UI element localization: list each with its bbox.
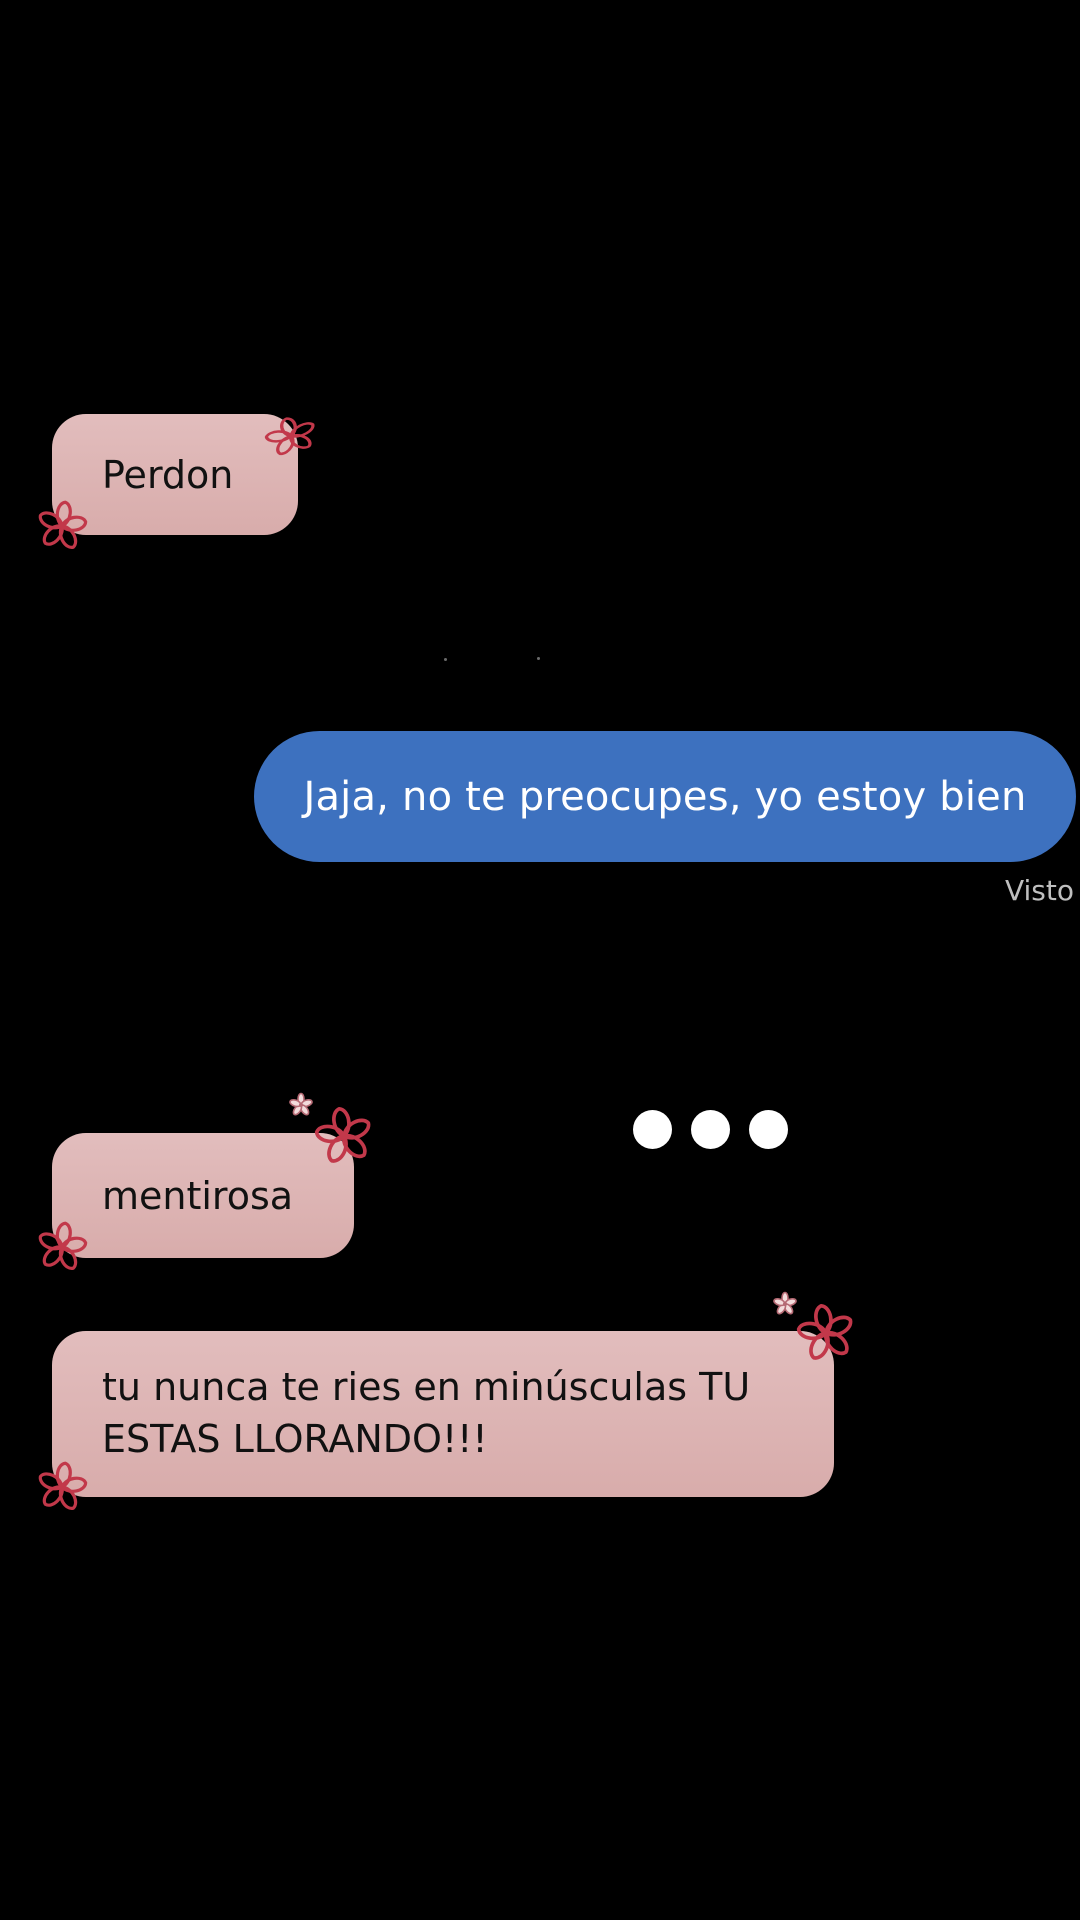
speck	[537, 657, 540, 660]
typing-dot	[633, 1110, 672, 1149]
incoming-message-bubble[interactable]: tu nunca te ries en minúsculas TU ESTAS …	[52, 1331, 834, 1497]
speck	[444, 658, 447, 661]
typing-dot	[749, 1110, 788, 1149]
message-text: tu nunca te ries en minúsculas TU ESTAS …	[102, 1365, 751, 1461]
incoming-message-bubble[interactable]: mentirosa	[52, 1133, 354, 1258]
flower-doodle-icon	[32, 1458, 92, 1515]
message-text: mentirosa	[102, 1173, 294, 1218]
typing-dot	[691, 1110, 730, 1149]
flower-doodle-icon	[259, 410, 323, 462]
message-text: Perdon	[102, 452, 234, 497]
flower-doodle-icon	[309, 1102, 379, 1170]
flower-doodle-icon	[791, 1299, 861, 1367]
flower-doodle-icon	[32, 497, 92, 554]
outgoing-message-bubble[interactable]: Jaja, no te preocupes, yo estoy bien	[254, 731, 1076, 862]
flower-doodle-icon	[32, 1218, 92, 1275]
message-text: Jaja, no te preocupes, yo estoy bien	[303, 773, 1027, 820]
read-receipt: Visto	[1004, 874, 1074, 907]
